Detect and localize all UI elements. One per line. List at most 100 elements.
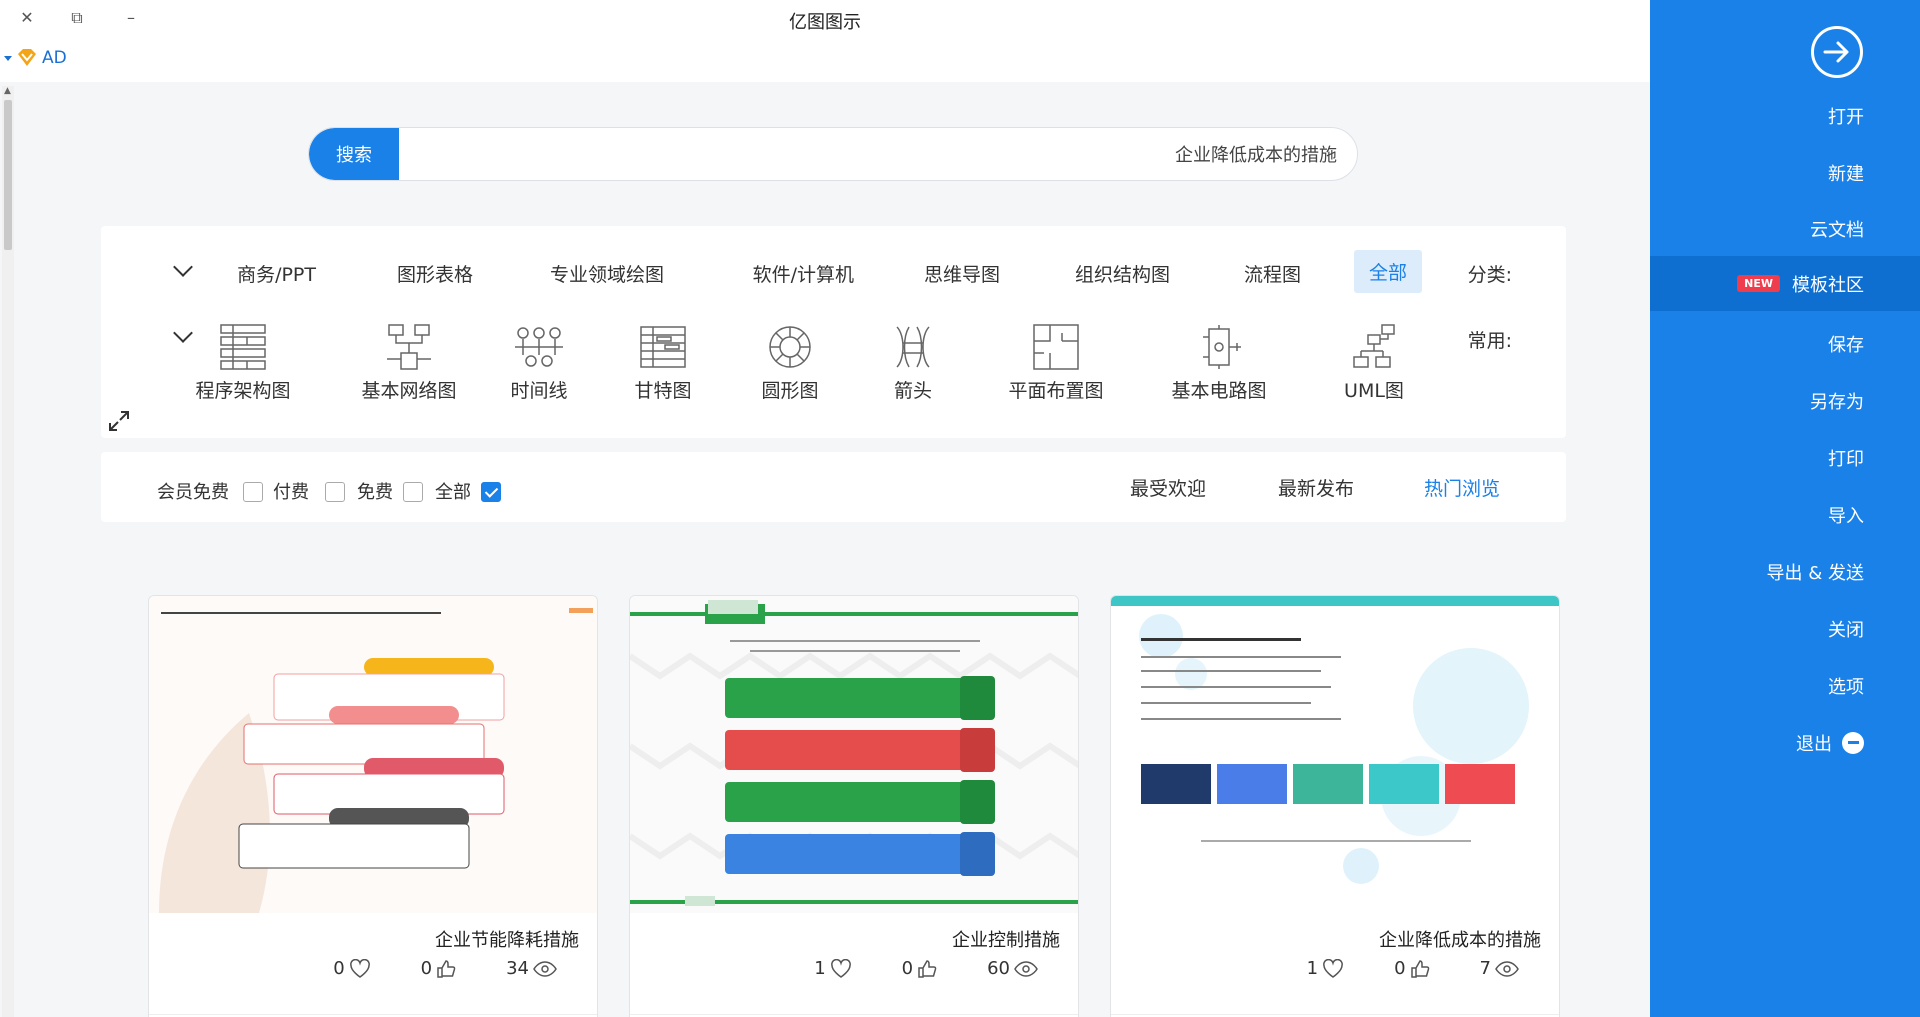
sidebar-item-cloud[interactable]: 云文档 — [1650, 201, 1920, 256]
thumb-up-icon[interactable] — [1410, 959, 1430, 979]
sidebar-item-exit[interactable]: 退出 — [1650, 715, 1920, 770]
template-title: 企业节能降耗措施 — [435, 930, 579, 951]
timeline-icon — [479, 322, 599, 372]
category-panel: 分类: 全部 流程图 组织结构图 思维导图 软件/计算机 专业领域绘图 图形表格… — [101, 226, 1566, 438]
sidebar-item-import[interactable]: 导入 — [1650, 487, 1920, 542]
category-software[interactable]: 软件/计算机 — [753, 260, 854, 287]
heart-icon[interactable] — [1322, 958, 1344, 979]
template-card[interactable]: 企业节能降耗措施 0 0 34 — [148, 595, 598, 1017]
tile-floor-plan[interactable]: 平面布置图 — [996, 322, 1116, 403]
filter-paid-checkbox[interactable] — [325, 482, 345, 502]
tile-label: 圆形图 — [761, 380, 819, 402]
tile-basic-circuit[interactable]: 基本电路图 — [1159, 322, 1279, 403]
filter-free-checkbox[interactable] — [403, 482, 423, 502]
sidebar-item-label: 云文档 — [1810, 219, 1864, 241]
minimize-icon[interactable]: – — [116, 4, 146, 32]
card-footer — [149, 1014, 597, 1015]
scrollbar-thumb[interactable] — [4, 100, 12, 250]
floor-plan-icon — [996, 322, 1116, 372]
tile-timeline[interactable]: 时间线 — [479, 322, 599, 403]
tab-newest[interactable]: 最新发布 — [1278, 474, 1354, 501]
view-count: 34 — [506, 958, 529, 979]
heart-icon[interactable] — [830, 958, 852, 979]
category-mind-map[interactable]: 思维导图 — [924, 260, 1000, 287]
tile-label: 基本网络图 — [361, 380, 457, 402]
restore-icon[interactable]: ⧉ — [62, 4, 92, 32]
tile-basic-network[interactable]: 基本网络图 — [349, 322, 469, 403]
title-bar: 亿图图示 ✕ ⧉ – — [0, 0, 1650, 40]
tab-popular[interactable]: 最受欢迎 — [1130, 474, 1206, 501]
scroll-up-icon[interactable]: ▲ — [4, 86, 11, 96]
sidebar-item-templates[interactable]: NEW 模板社区 — [1650, 256, 1920, 311]
template-card[interactable]: 企业控制措施 1 0 60 — [629, 595, 1079, 1017]
sidebar-item-export[interactable]: 导出 & 发送 — [1650, 544, 1920, 599]
ad-area[interactable]: AD — [0, 44, 67, 72]
tile-label: 平面布置图 — [1008, 380, 1104, 402]
category-professional[interactable]: 专业领域绘图 — [550, 260, 664, 287]
template-stats: 1 0 7 — [1307, 958, 1519, 979]
tab-hot[interactable]: 热门浏览 — [1424, 474, 1500, 501]
category-all[interactable]: 全部 — [1353, 250, 1422, 293]
filter-member-free-checkbox[interactable] — [243, 482, 263, 502]
open-arrow-icon[interactable] — [1811, 26, 1863, 78]
close-icon[interactable]: ✕ — [12, 4, 42, 32]
exit-icon — [1842, 731, 1864, 754]
circuit-icon — [1159, 322, 1279, 372]
tile-label: 时间线 — [510, 380, 568, 402]
template-stats: 0 0 34 — [333, 958, 557, 979]
tile-label: 箭头 — [893, 380, 932, 402]
tile-circle-chart[interactable]: 圆形图 — [730, 322, 850, 403]
sidebar-item-label: 模板社区 — [1792, 274, 1864, 296]
like-count: 0 — [901, 958, 914, 979]
sidebar-item-save[interactable]: 保存 — [1650, 316, 1920, 371]
thumb-up-icon[interactable] — [436, 959, 456, 979]
heart-icon[interactable] — [349, 958, 371, 979]
template-title: 企业降低成本的措施 — [1379, 930, 1541, 951]
expand-icon[interactable] — [107, 409, 131, 437]
card-footer — [630, 1014, 1078, 1015]
common-label: 常用: — [1467, 330, 1512, 352]
category-business-ppt[interactable]: 商务/PPT — [237, 260, 316, 287]
category-org-chart[interactable]: 组织结构图 — [1075, 260, 1170, 287]
sidebar-item-save-as[interactable]: 另存为 — [1650, 373, 1920, 428]
tile-arrow[interactable]: 箭头 — [853, 322, 973, 403]
tile-program-architecture[interactable]: 程序架构图 — [183, 322, 303, 403]
sidebar-item-close[interactable]: 关闭 — [1650, 601, 1920, 656]
tile-label: 甘特图 — [634, 380, 692, 402]
chevron-down-icon[interactable] — [173, 257, 193, 277]
template-card[interactable]: 企业降低成本的措施 1 0 7 — [1110, 595, 1560, 1017]
category-graphic-table[interactable]: 图形表格 — [397, 260, 473, 287]
template-thumbnail — [149, 596, 597, 913]
search-button[interactable]: 搜索 — [309, 128, 399, 180]
caret-down-icon — [4, 56, 12, 61]
eye-icon — [1014, 960, 1038, 977]
network-icon — [349, 322, 469, 372]
arrow-icon — [853, 322, 973, 372]
fav-count: 0 — [333, 958, 345, 979]
architecture-icon — [183, 322, 303, 372]
thumb-up-icon[interactable] — [917, 959, 937, 979]
new-badge: NEW — [1737, 275, 1780, 292]
like-count: 0 — [1394, 958, 1406, 979]
gantt-icon — [603, 322, 723, 372]
sidebar-item-options[interactable]: 选项 — [1650, 658, 1920, 713]
tile-uml[interactable]: UML图 — [1314, 322, 1434, 403]
filter-all-checkbox[interactable] — [481, 482, 501, 502]
sidebar-item-label: 打开 — [1828, 106, 1864, 128]
sidebar-item-label: 退出 — [1796, 733, 1832, 755]
sidebar-item-print[interactable]: 打印 — [1650, 430, 1920, 485]
tile-label: 程序架构图 — [195, 380, 291, 402]
sidebar-item-label: 导出 & 发送 — [1766, 562, 1864, 584]
tile-gantt[interactable]: 甘特图 — [603, 322, 723, 403]
eye-icon — [533, 960, 557, 977]
sidebar-item-new[interactable]: 新建 — [1650, 145, 1920, 200]
category-flowchart[interactable]: 流程图 — [1244, 260, 1301, 287]
filter-member-free-label: 会员免费 — [157, 482, 229, 503]
sidebar-item-open[interactable]: 打开 — [1650, 88, 1920, 143]
category-label: 分类: — [1467, 264, 1512, 286]
search-input[interactable] — [409, 128, 1337, 180]
like-count: 0 — [420, 958, 433, 979]
view-count: 60 — [987, 958, 1010, 979]
sidebar-item-label: 另存为 — [1810, 391, 1864, 413]
sidebar: 打开 新建 云文档 NEW 模板社区 保存 另存为 打印 导入 导出 & 发送 关… — [1650, 0, 1920, 1017]
